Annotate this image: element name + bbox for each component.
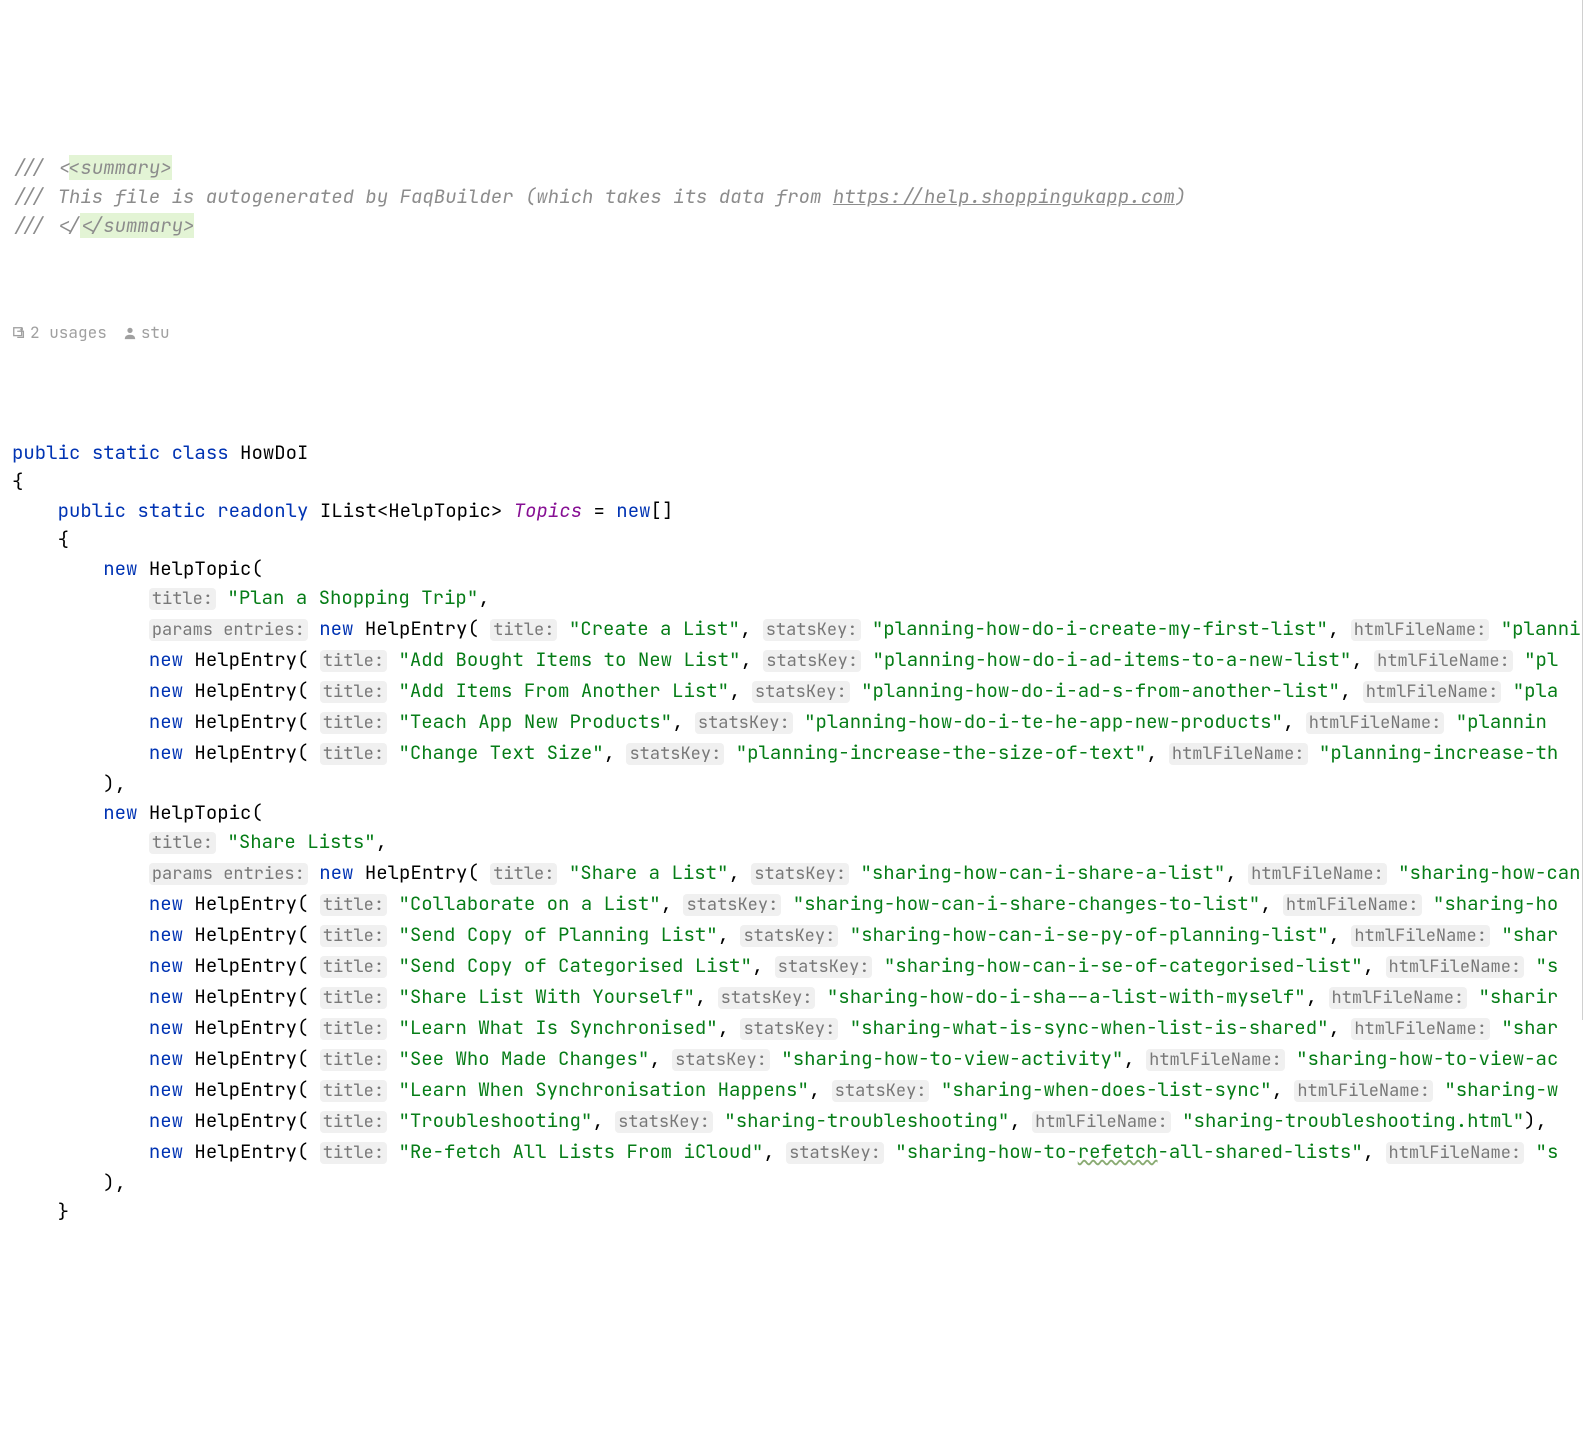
inlay-hint: htmlFileName: (1248, 863, 1387, 885)
inlay-hint: title: (320, 956, 387, 978)
inlay-hint: htmlFileName: (1306, 712, 1445, 734)
inlay-hint: statsKey: (832, 1080, 930, 1102)
help-entry-line: new HelpEntry( title: "Share List With Y… (12, 984, 1558, 1009)
inlay-hint: htmlFileName: (1032, 1111, 1171, 1133)
help-topic-title: title: "Share Lists", (12, 829, 387, 854)
inlay-hint: statsKey: (751, 863, 849, 885)
class-decl-line: public static class HowDoI (12, 440, 308, 465)
inlay-hint: params entries: (149, 619, 308, 641)
code-lens-row: 2 usages stu (0, 318, 1583, 347)
inlay-hint: title: (320, 1018, 387, 1040)
person-icon (123, 326, 137, 340)
inlay-hint: htmlFileName: (1294, 1080, 1433, 1102)
help-topic-new: new HelpTopic( (12, 800, 263, 825)
inlay-hint: title: (490, 619, 557, 641)
help-entry-line: params entries: new HelpEntry( title: "S… (12, 860, 1583, 885)
inlay-hint: htmlFileName: (1329, 987, 1468, 1009)
help-entry-line: new HelpEntry( title: "Send Copy of Plan… (12, 922, 1558, 947)
inlay-hint: statsKey: (775, 956, 873, 978)
inlay-hint: statsKey: (752, 681, 850, 703)
doc-comment-close: /// </</summary> (12, 213, 194, 238)
usages-icon (12, 326, 26, 340)
inlay-hint: title: (320, 681, 387, 703)
inlay-hint: statsKey: (626, 743, 724, 765)
inlay-hint: htmlFileName: (1351, 619, 1490, 641)
inlay-hint: htmlFileName: (1363, 681, 1502, 703)
inlay-hint: title: (320, 1080, 387, 1102)
inlay-hint: title: (149, 832, 216, 854)
inlay-hint: title: (320, 1049, 387, 1071)
summary-tag-close: </summary> (80, 213, 194, 238)
inlay-hint: htmlFileName: (1386, 956, 1525, 978)
inlay-hint: htmlFileName: (1283, 894, 1422, 916)
help-entry-line: new HelpEntry( title: "Change Text Size"… (12, 740, 1558, 765)
inlay-hint: statsKey: (786, 1142, 884, 1164)
inlay-hint: statsKey: (763, 619, 861, 641)
inlay-hint: title: (320, 1111, 387, 1133)
help-entry-line: new HelpEntry( title: "Send Copy of Cate… (12, 953, 1558, 978)
code-editor[interactable]: /// <<summary> /// This file is autogene… (0, 124, 1583, 240)
help-entry-line: new HelpEntry( title: "Re-fetch All List… (12, 1139, 1558, 1164)
inlay-hint: htmlFileName: (1351, 1018, 1490, 1040)
inlay-hint: htmlFileName: (1169, 743, 1308, 765)
open-brace: { (12, 469, 23, 494)
inlay-hint: statsKey: (615, 1111, 713, 1133)
inlay-hint: statsKey: (763, 650, 861, 672)
author-lens[interactable]: stu (123, 318, 170, 347)
inlay-hint: title: (320, 712, 387, 734)
inlay-hint: htmlFileName: (1386, 1142, 1525, 1164)
inlay-hint: title: (490, 863, 557, 885)
help-entry-line: new HelpEntry( title: "See Who Made Chan… (12, 1046, 1558, 1071)
array-open-brace: { (12, 527, 69, 552)
help-topic-new: new HelpTopic( (12, 556, 263, 581)
inlay-hint: title: (320, 650, 387, 672)
field-decl-line: public static readonly IList<HelpTopic> … (12, 498, 673, 523)
help-entry-line: new HelpEntry( title: "Add Items From An… (12, 678, 1558, 703)
code-body[interactable]: public static class HowDoI { public stat… (0, 409, 1583, 1226)
summary-tag-open: <summary> (69, 155, 172, 180)
inlay-hint: statsKey: (672, 1049, 770, 1071)
help-entry-line: new HelpEntry( title: "Troubleshooting",… (12, 1108, 1547, 1133)
usages-lens[interactable]: 2 usages (12, 318, 107, 347)
help-topic-close: ), (12, 771, 126, 796)
help-entry-line: new HelpEntry( title: "Learn What Is Syn… (12, 1015, 1558, 1040)
inlay-hint: title: (320, 925, 387, 947)
help-topic-close: ), (12, 1170, 126, 1195)
inlay-hint: title: (320, 987, 387, 1009)
help-entry-line: new HelpEntry( title: "Collaborate on a … (12, 891, 1558, 916)
inlay-hint: statsKey: (683, 894, 781, 916)
inlay-hint: title: (320, 894, 387, 916)
help-url-link[interactable]: https://help.shoppingukapp.com (833, 184, 1175, 209)
inlay-hint: title: (320, 1142, 387, 1164)
help-entry-line: new HelpEntry( title: "Add Bought Items … (12, 647, 1558, 672)
help-entry-line: new HelpEntry( title: "Learn When Synchr… (12, 1077, 1558, 1102)
help-topic-title: title: "Plan a Shopping Trip", (12, 585, 490, 610)
inlay-hint: title: (320, 743, 387, 765)
inlay-hint: statsKey: (695, 712, 793, 734)
inlay-hint: htmlFileName: (1146, 1049, 1285, 1071)
inlay-hint: statsKey: (740, 925, 838, 947)
inlay-hint: htmlFileName: (1351, 925, 1490, 947)
help-entry-line: new HelpEntry( title: "Teach App New Pro… (12, 709, 1547, 734)
inlay-hint: statsKey: (718, 987, 816, 1009)
spelling-warning[interactable]: refetch (1078, 1139, 1158, 1164)
inlay-hint: statsKey: (740, 1018, 838, 1040)
inlay-hint: params entries: (149, 863, 308, 885)
help-entry-line: params entries: new HelpEntry( title: "C… (12, 616, 1583, 641)
inlay-hint: title: (149, 588, 216, 610)
doc-comment-open: /// <<summary> (12, 155, 172, 180)
doc-comment-body: /// This file is autogenerated by FaqBui… (12, 184, 1186, 209)
inlay-hint: htmlFileName: (1374, 650, 1513, 672)
